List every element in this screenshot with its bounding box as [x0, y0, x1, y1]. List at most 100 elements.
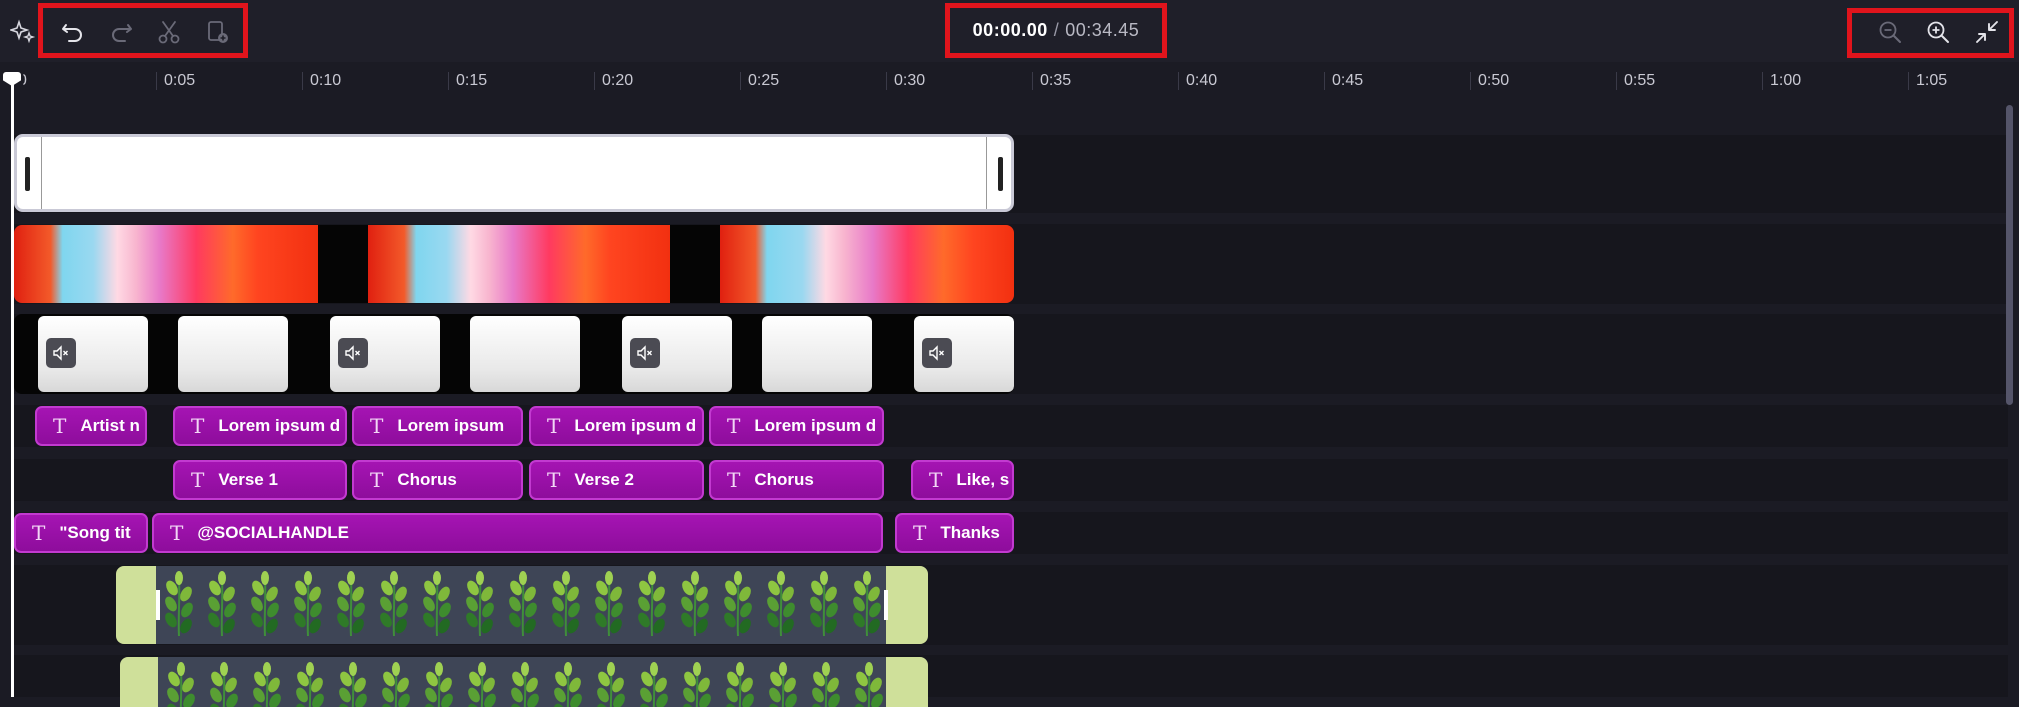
text-clip-label: "Song tit [59, 523, 131, 542]
text-clip[interactable]: T Thanks [895, 513, 1014, 553]
leaf-icon [807, 570, 841, 643]
video-clip-2[interactable] [368, 225, 670, 303]
text-clip-label: @SOCIALHANDLE [197, 523, 349, 542]
text-icon: T [727, 414, 741, 438]
leaf-icon [764, 570, 798, 643]
text-clip-label: Artist n [80, 416, 140, 435]
text-clip-label: Like, s [956, 470, 1010, 489]
mute-icon[interactable] [922, 338, 952, 368]
mute-icon[interactable] [338, 338, 368, 368]
mute-icon[interactable] [630, 338, 660, 368]
sticker-clip-2[interactable] [120, 657, 928, 707]
text-clip-label: Verse 1 [218, 470, 278, 489]
ruler-tick-mark [886, 72, 887, 90]
text-icon: T [929, 468, 943, 492]
sparkle-icon[interactable] [8, 18, 38, 46]
leaf-icon [162, 570, 196, 643]
leaf-icon [549, 570, 583, 643]
ruler-tick-mark [740, 72, 741, 90]
sticker-strip [158, 657, 886, 707]
text-icon: T [53, 414, 67, 438]
ruler-tick-mark [448, 72, 449, 90]
clip-trim-handle-left[interactable] [156, 590, 160, 620]
text-clip[interactable]: T Artist n [35, 406, 147, 446]
clip-trim-handle-right[interactable] [998, 157, 1003, 191]
leaf-icon [551, 661, 585, 707]
muted-clip-thumbnail[interactable] [178, 316, 288, 392]
sticker-clip-1[interactable] [116, 566, 928, 644]
text-clip-label: Lorem ipsum d [754, 416, 877, 435]
ruler-tick-mark [594, 72, 595, 90]
text-icon: T [547, 414, 561, 438]
text-clip[interactable]: T Lorem ipsum d [529, 406, 704, 446]
history-tools-highlight [38, 3, 248, 58]
text-clip[interactable]: T Like, s [911, 460, 1014, 500]
leaf-icon [377, 570, 411, 643]
white-overlay-clip[interactable] [14, 134, 1014, 212]
ruler-tick-mark [156, 72, 157, 90]
text-icon: T [727, 468, 741, 492]
time-ruler[interactable]: 0 0:05 0:10 0:15 0:20 0:25 0:30 0:35 0:40 0:45 0:5… [0, 62, 2019, 100]
text-clip[interactable]: T "Song tit [14, 513, 148, 553]
text-icon: T [370, 468, 384, 492]
leaf-icon [291, 570, 325, 643]
vertical-scrollbar[interactable] [2006, 105, 2013, 405]
clip-trim-handle-left[interactable] [25, 157, 30, 191]
text-clip[interactable]: T Verse 1 [173, 460, 347, 500]
ruler-tick-mark [1470, 72, 1471, 90]
leaf-icon [678, 570, 712, 643]
ruler-tick-label: 0:10 [310, 72, 342, 89]
ruler-tick-label: 1:05 [1916, 72, 1948, 89]
video-clip-3[interactable] [720, 225, 1014, 303]
video-gap-2 [670, 225, 720, 303]
ruler-tick-label: 0:35 [1040, 72, 1072, 89]
ruler-tick-label: 1:00 [1770, 72, 1802, 89]
clip-trim-border-right [986, 137, 987, 209]
ruler-tick-label: 0:30 [894, 72, 926, 89]
ruler-tick-mark [1762, 72, 1763, 90]
timeline-toolbar: 00:00.00 / 00:34.45 [0, 0, 2019, 63]
ruler-tick-label: 0:50 [1478, 72, 1510, 89]
text-clip[interactable]: T Chorus [709, 460, 884, 500]
text-clip[interactable]: T Verse 2 [529, 460, 704, 500]
text-clip-label: Lorem ipsum d [218, 416, 341, 435]
clip-trim-handle-right[interactable] [884, 590, 888, 620]
video-clip-1[interactable] [14, 225, 318, 303]
ruler-tick-label: 0:45 [1332, 72, 1364, 89]
leaf-icon [379, 661, 413, 707]
text-clip-label: Lorem ipsum [397, 416, 505, 435]
ruler-tick-label: 0:15 [456, 72, 488, 89]
text-clip[interactable]: T @SOCIALHANDLE [152, 513, 883, 553]
leaf-icon [422, 661, 456, 707]
ruler-tick-label: 0:20 [602, 72, 634, 89]
ruler-tick-label: 0:05 [164, 72, 196, 89]
text-clip[interactable]: T Lorem ipsum [352, 406, 523, 446]
leaf-icon [248, 570, 282, 643]
clip-trim-border-left [41, 137, 42, 209]
ruler-tick-mark [1908, 72, 1909, 90]
leaf-icon [637, 661, 671, 707]
leaf-icon [508, 661, 542, 707]
leaf-icon [680, 661, 714, 707]
text-clip-label: Thanks [940, 523, 1000, 542]
sticker-strip [156, 566, 886, 644]
leaf-icon [592, 570, 626, 643]
leaf-icon [723, 661, 757, 707]
muted-video-track[interactable] [14, 314, 1014, 394]
text-clip-label: Chorus [754, 470, 814, 489]
text-icon: T [32, 521, 46, 545]
ruler-tick-mark [1178, 72, 1179, 90]
text-clip[interactable]: T Chorus [352, 460, 523, 500]
text-icon: T [913, 521, 927, 545]
mute-icon[interactable] [46, 338, 76, 368]
text-clip[interactable]: T Lorem ipsum d [709, 406, 884, 446]
muted-clip-thumbnail[interactable] [762, 316, 872, 392]
leaf-icon [506, 570, 540, 643]
text-clip-label: Chorus [397, 470, 457, 489]
leaf-icon [336, 661, 370, 707]
muted-clip-thumbnail[interactable] [470, 316, 580, 392]
text-clip[interactable]: T Lorem ipsum d [173, 406, 347, 446]
leaf-icon [594, 661, 628, 707]
leaf-icon [207, 661, 241, 707]
leaf-icon [205, 570, 239, 643]
